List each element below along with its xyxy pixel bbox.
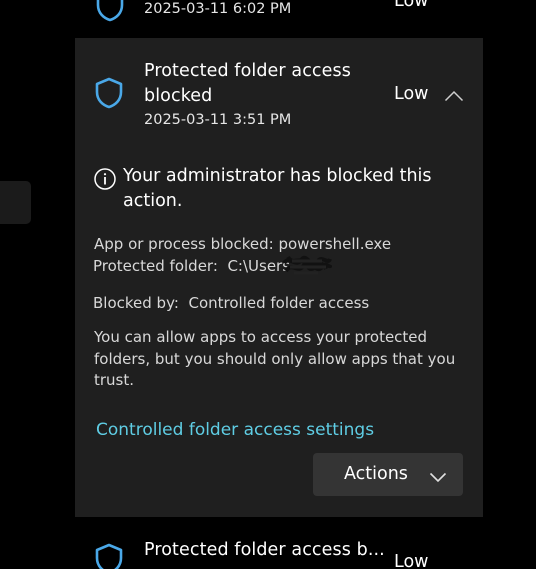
description-line3: trust.	[94, 371, 135, 389]
item-title[interactable]: Protected folder access blocked	[144, 59, 351, 109]
item-title-line1: Protected folder access	[144, 61, 351, 81]
description-line1: You can allow apps to access your protec…	[94, 328, 428, 346]
side-button[interactable]	[0, 181, 31, 224]
item-date: 2025-03-11 6:02 PM	[144, 1, 292, 17]
shield-icon	[94, 543, 124, 569]
detail-app-blocked: App or process blocked: powershell.exe	[94, 234, 391, 254]
detail-protected-folder: Protected folder: C:\Users	[93, 256, 290, 276]
severity-label: Low	[394, 552, 429, 569]
folder-value: C:\Users	[227, 257, 291, 275]
admin-block-line2: action.	[123, 191, 183, 211]
item-title-line2: blocked	[144, 86, 213, 106]
severity-label: Low	[394, 0, 429, 11]
admin-block-line1: Your administrator has blocked this	[123, 166, 432, 186]
severity-label: Low	[394, 84, 429, 104]
actions-dropdown-button[interactable]: Actions	[313, 453, 463, 496]
blocked-by-value: Controlled folder access	[188, 294, 370, 312]
history-item-next[interactable]: Protected folder access b... Low	[75, 517, 483, 569]
detail-blocked-by: Blocked by: Controlled folder access	[93, 293, 369, 313]
allow-apps-description: You can allow apps to access your protec…	[94, 327, 459, 392]
chevron-down-icon	[429, 468, 447, 483]
shield-icon	[95, 0, 125, 22]
actions-label: Actions	[344, 464, 408, 484]
item-date: 2025-03-11 3:51 PM	[144, 112, 292, 128]
item-title: Protected folder access b...	[144, 540, 385, 560]
app-label: App or process blocked:	[94, 235, 274, 253]
history-item-expanded: Protected folder access blocked 2025-03-…	[75, 38, 483, 517]
info-icon	[94, 168, 116, 190]
chevron-up-icon[interactable]	[444, 87, 464, 102]
history-item-previous[interactable]: 2025-03-11 6:02 PM Low	[75, 0, 483, 22]
folder-label: Protected folder:	[93, 257, 218, 275]
admin-block-text: Your administrator has blocked this acti…	[123, 164, 443, 214]
redaction-scribble	[282, 249, 333, 281]
blocked-by-label: Blocked by:	[93, 294, 179, 312]
controlled-folder-access-settings-link[interactable]: Controlled folder access settings	[96, 419, 374, 441]
shield-icon	[94, 77, 124, 109]
description-line2: folders, but you should only allow apps …	[94, 349, 456, 368]
protection-history-view: 2025-03-11 6:02 PM Low Protected folder …	[0, 0, 536, 569]
